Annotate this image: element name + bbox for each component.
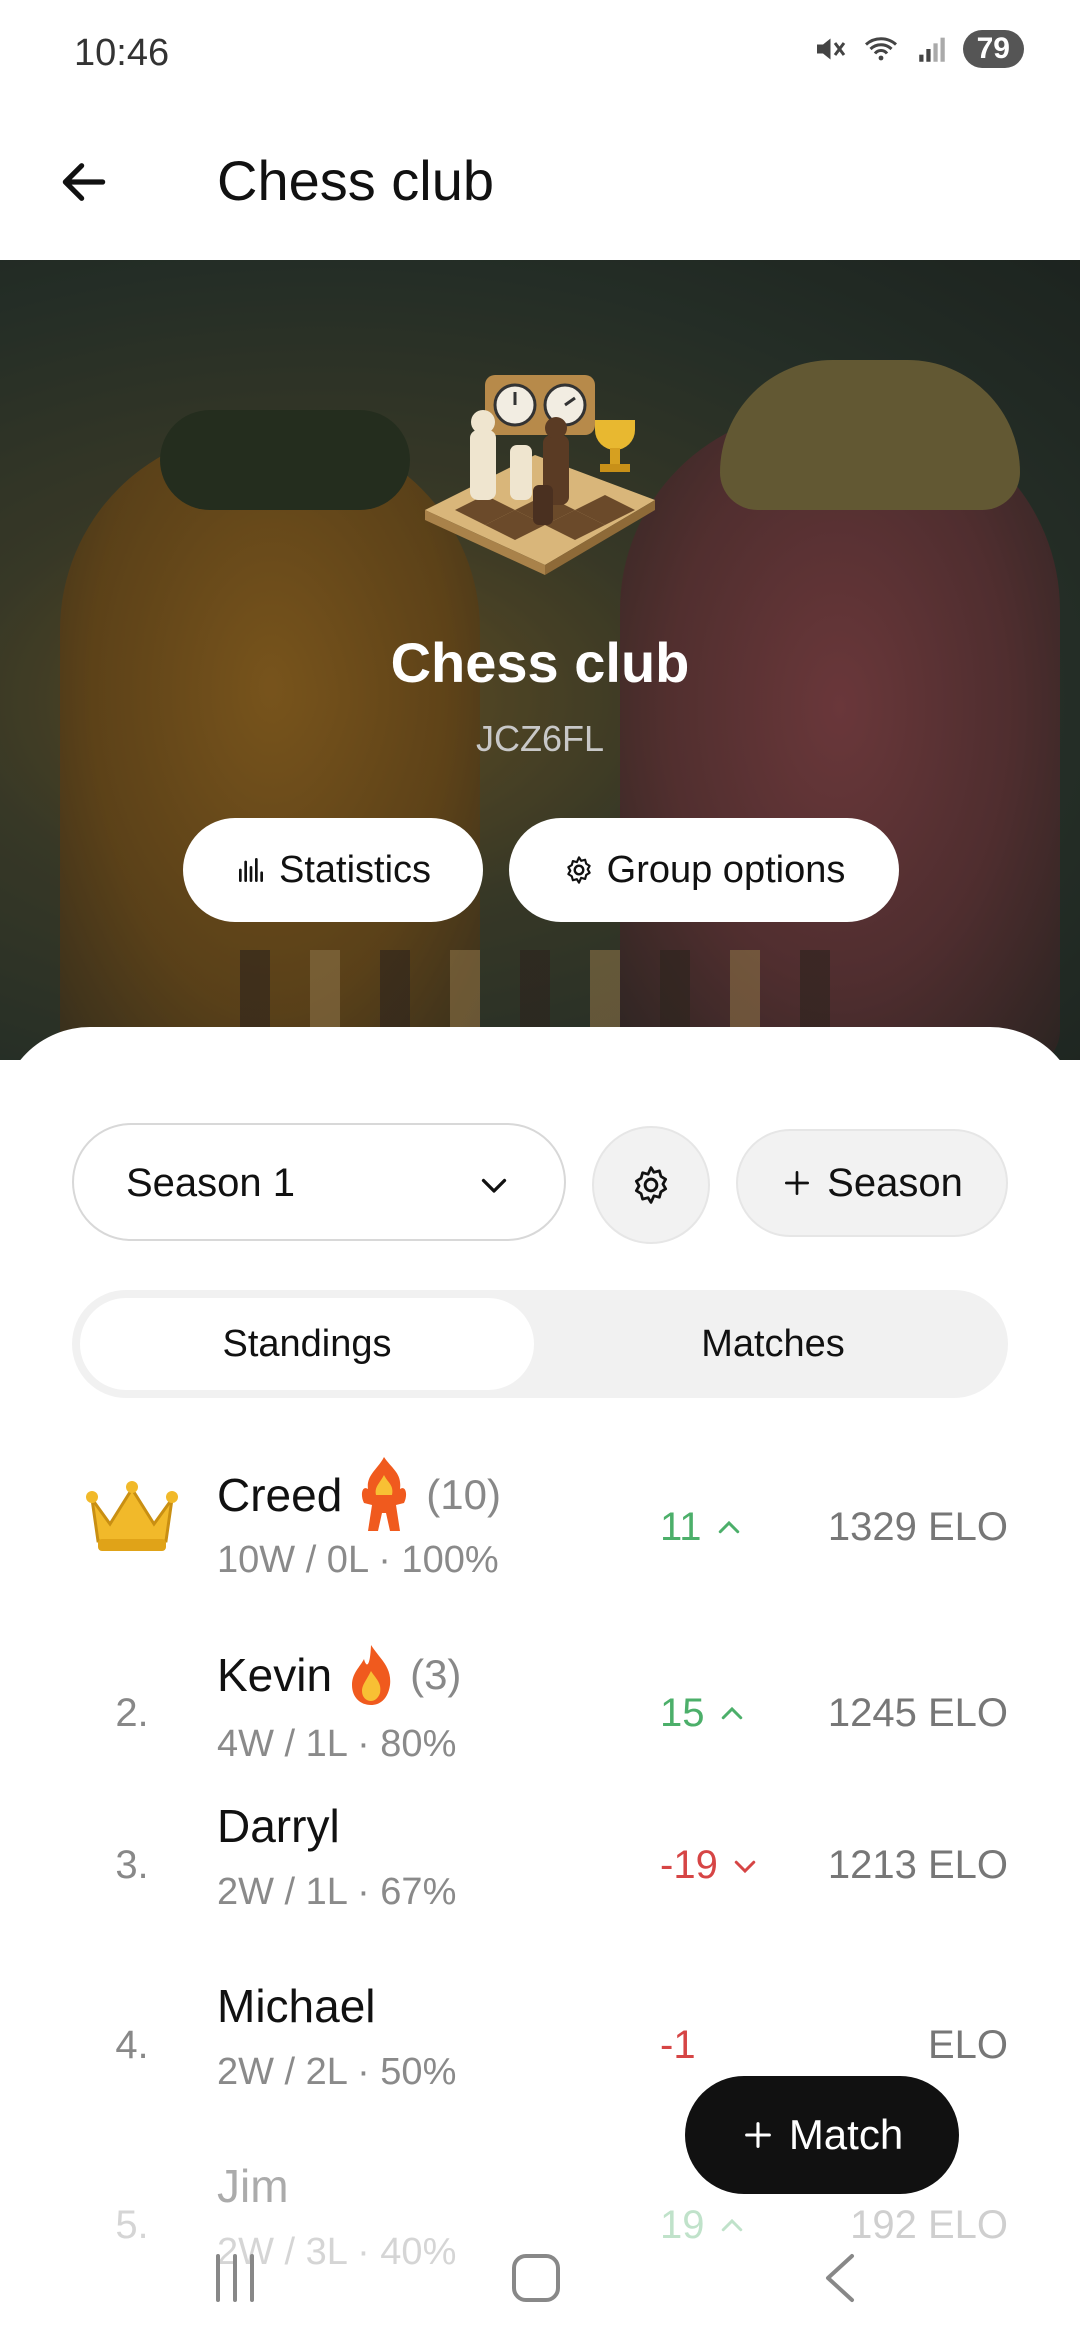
elo-change-value: 15	[660, 1691, 705, 1735]
add-match-label: Match	[788, 2111, 904, 2158]
gear-icon	[566, 856, 591, 884]
standing-row[interactable]: 3. Darryl 2W / 1L · 67% -19 1213 ELO	[0, 1787, 1080, 1967]
battery-indicator: 79	[962, 30, 1024, 68]
group-code: JCZ6FL	[475, 718, 605, 759]
add-match-button[interactable]: Match	[685, 2076, 959, 2194]
chevron-up-icon	[721, 1706, 742, 1719]
gear-icon	[634, 1166, 668, 1204]
add-season-button[interactable]: Season	[736, 1129, 1008, 1237]
elo-rating: 1213 ELO	[827, 1843, 1008, 1887]
fire-person-icon	[362, 1457, 407, 1531]
statistics-label: Statistics	[278, 848, 432, 891]
player-name-text: Darryl	[217, 1800, 340, 1852]
back-arrow-icon	[62, 163, 106, 201]
player-name: Kevin (3)	[217, 1643, 461, 1707]
status-time: 10:46	[74, 32, 170, 74]
chevron-up-icon	[718, 1520, 739, 1533]
season-selected: Season 1	[126, 1161, 296, 1205]
rank-number: 2.	[115, 1691, 149, 1735]
app-bar: Chess club	[0, 110, 1080, 260]
player-record: 2W / 1L · 67%	[217, 1871, 457, 1913]
elo-change-value: 11	[660, 1505, 702, 1549]
statistics-button[interactable]: Statistics	[183, 818, 483, 922]
elo-rating: ELO	[927, 2023, 1008, 2067]
mute-icon	[816, 38, 845, 60]
group-name: Chess club	[390, 631, 690, 694]
standing-row[interactable]: 2. Kevin (3) 4W / 1L · 80% 15 1245 ELO	[0, 1607, 1080, 1787]
elo-change: -19	[660, 1843, 810, 1888]
win-streak: (10)	[426, 1471, 501, 1518]
group-options-button[interactable]: Group options	[509, 818, 899, 922]
plus-icon	[744, 2122, 771, 2148]
player-name: Jim	[217, 2159, 289, 2213]
elo-rating: 1329 ELO	[827, 1505, 1008, 1549]
status-bar: 10:46 79	[0, 0, 1080, 110]
player-record: 2W / 2L · 50%	[217, 2051, 457, 2093]
crown-icon	[86, 1481, 178, 1551]
plus-icon	[785, 1171, 810, 1195]
page-title: Chess club	[217, 149, 495, 212]
elo-change-value: -19	[660, 1843, 718, 1887]
back-nav-icon[interactable]	[820, 2250, 860, 2306]
rank-number: 4.	[115, 2023, 149, 2067]
group-header: Chess club JCZ6FL Statistics Group optio…	[0, 260, 1080, 1060]
status-icons: 79	[811, 30, 1024, 68]
fire-icon	[352, 1645, 391, 1705]
win-streak: (3)	[410, 1651, 462, 1698]
player-name: Darryl	[217, 1799, 340, 1853]
chevron-down-icon	[481, 1178, 507, 1193]
player-name-text: Kevin	[217, 1649, 333, 1701]
player-name-text: Jim	[217, 2160, 289, 2212]
player-name: Michael	[217, 1979, 376, 2033]
add-season-label: Season	[827, 1160, 963, 1205]
elo-change: 15	[660, 1691, 810, 1736]
tab-standings[interactable]: Standings	[80, 1298, 534, 1390]
bar-chart-icon	[238, 858, 263, 882]
group-options-label: Group options	[606, 848, 846, 891]
player-name-text: Michael	[217, 1980, 376, 2032]
player-name-text: Creed	[217, 1469, 343, 1521]
season-settings-button[interactable]	[592, 1126, 710, 1244]
chevron-down-icon	[734, 1860, 756, 1873]
elo-change: 11	[660, 1505, 810, 1550]
player-name: Creed (10)	[217, 1455, 501, 1535]
system-nav-bar	[0, 2220, 1080, 2340]
rank-number: 3.	[115, 1843, 149, 1887]
recent-apps-icon[interactable]	[210, 2250, 260, 2306]
group-logo-icon	[425, 375, 655, 575]
wifi-icon	[864, 37, 897, 61]
signal-icon	[918, 37, 945, 62]
tab-matches[interactable]: Matches	[546, 1298, 1000, 1390]
elo-change: -1	[660, 2023, 810, 2068]
elo-rating: 1245 ELO	[827, 1691, 1008, 1735]
view-tabs: Standings Matches	[72, 1290, 1008, 1398]
back-button[interactable]	[48, 146, 120, 218]
elo-change-value: -1	[660, 2023, 696, 2067]
player-record: 10W / 0L · 100%	[217, 1539, 499, 1581]
season-dropdown[interactable]: Season 1	[72, 1123, 566, 1241]
home-icon[interactable]	[508, 2250, 564, 2306]
player-record: 4W / 1L · 80%	[217, 1723, 457, 1765]
standing-row[interactable]: Creed (10) 10W / 0L · 100% 11 1329 ELO	[0, 1427, 1080, 1607]
